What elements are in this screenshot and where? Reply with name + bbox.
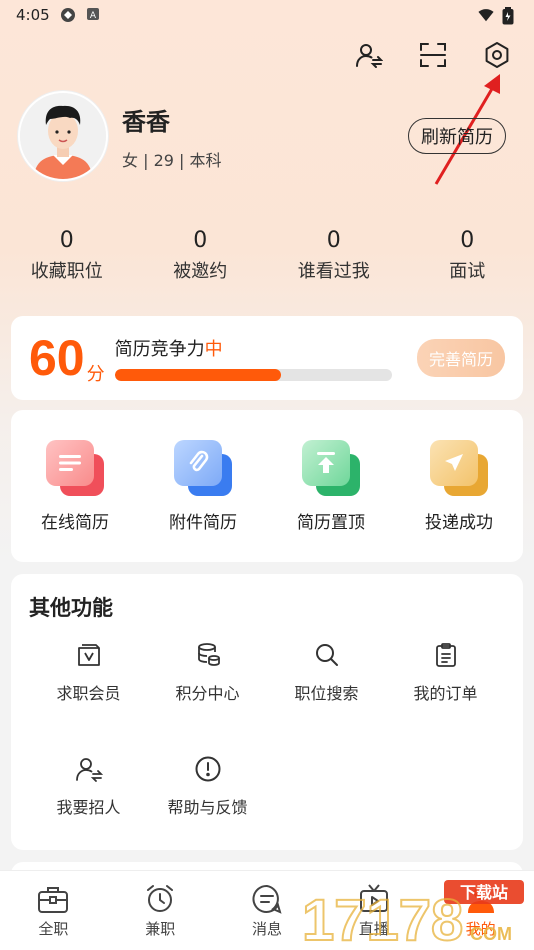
help-feedback-label: 帮助与反馈 bbox=[167, 798, 248, 817]
help-feedback-button[interactable]: 帮助与反馈 bbox=[148, 754, 267, 868]
score-title-text: 简历竞争力 bbox=[114, 339, 205, 360]
delivered-button[interactable]: 投递成功 bbox=[395, 439, 523, 533]
svg-text:COM: COM bbox=[470, 924, 512, 944]
stats-row: 0 收藏职位 0 被邀约 0 谁看过我 0 面试 bbox=[0, 228, 534, 283]
my-orders-button[interactable]: 我的订单 bbox=[386, 640, 505, 754]
svg-text:A: A bbox=[90, 11, 97, 21]
online-resume-button[interactable]: 在线简历 bbox=[11, 439, 139, 533]
score-level: 中 bbox=[204, 339, 223, 360]
svg-text:17178: 17178 bbox=[302, 888, 463, 946]
score-details: 简历竞争力中 bbox=[114, 335, 417, 381]
recruit-button[interactable]: 我要招人 bbox=[29, 754, 148, 868]
stat-label: 收藏职位 bbox=[30, 261, 103, 282]
recruit-label: 我要招人 bbox=[56, 798, 121, 817]
profile-info: 香香 女 | 29 | 本科 bbox=[122, 102, 222, 171]
recruit-icon bbox=[74, 754, 104, 784]
send-icon bbox=[430, 439, 488, 496]
search-icon bbox=[312, 640, 342, 670]
top-toolbar bbox=[354, 40, 512, 70]
status-bar: 4:05 A bbox=[0, 0, 534, 30]
watermark-logo: 下载站 17178 COM bbox=[302, 880, 524, 946]
exclamation-circle-icon bbox=[193, 754, 223, 784]
briefcase-icon bbox=[36, 882, 70, 916]
nav-label: 兼职 bbox=[145, 920, 176, 938]
improve-resume-button[interactable]: 完善简历 bbox=[416, 339, 505, 377]
upload-top-icon bbox=[302, 439, 360, 496]
wifi-icon bbox=[478, 7, 494, 23]
job-vip-button[interactable]: 求职会员 bbox=[29, 640, 148, 754]
points-center-label: 积分中心 bbox=[175, 684, 240, 703]
document-icon bbox=[46, 439, 104, 496]
score-value: 60 bbox=[29, 330, 85, 386]
score-title: 简历竞争力中 bbox=[115, 335, 417, 361]
my-orders-label: 我的订单 bbox=[413, 684, 478, 703]
quick-actions-card: 在线简历 附件简历 简历置顶 投递成功 bbox=[11, 410, 523, 562]
other-functions-card: 其他功能 求职会员 积分中心 职位搜索 我的订单 我要招人 帮助与反馈 bbox=[11, 574, 523, 850]
resume-score-card: 60 分 简历竞争力中 完善简历 bbox=[11, 316, 523, 400]
score-progress-bar bbox=[114, 369, 392, 381]
nav-label: 全职 bbox=[38, 920, 69, 938]
delivered-label: 投递成功 bbox=[425, 512, 493, 533]
other-functions-title: 其他功能 bbox=[29, 596, 113, 620]
score-progress-fill bbox=[114, 369, 281, 381]
other-functions-grid: 求职会员 积分中心 职位搜索 我的订单 我要招人 帮助与反馈 bbox=[29, 640, 505, 868]
avatar[interactable] bbox=[18, 91, 108, 181]
attachment-resume-label: 附件简历 bbox=[169, 512, 237, 533]
stat-value: 0 bbox=[59, 228, 74, 253]
nav-full-time[interactable]: 全职 bbox=[0, 871, 107, 950]
stat-invited[interactable]: 0 被邀约 bbox=[134, 228, 268, 283]
stat-interviews[interactable]: 0 面试 bbox=[401, 228, 534, 283]
nav-label: 消息 bbox=[251, 920, 282, 938]
paperclip-icon bbox=[174, 439, 232, 496]
stat-label: 被邀约 bbox=[173, 261, 228, 282]
stat-value: 0 bbox=[193, 228, 208, 253]
score-unit: 分 bbox=[86, 364, 105, 385]
stat-viewed-me[interactable]: 0 谁看过我 bbox=[267, 228, 401, 283]
switch-identity-icon[interactable] bbox=[354, 40, 384, 70]
points-center-button[interactable]: 积分中心 bbox=[148, 640, 267, 754]
online-resume-label: 在线简历 bbox=[41, 512, 109, 533]
svg-text:下载站: 下载站 bbox=[460, 883, 508, 902]
profile-meta: 女 | 29 | 本科 bbox=[122, 150, 222, 170]
keyboard-notification-icon: A bbox=[86, 7, 102, 23]
resume-top-label: 简历置顶 bbox=[297, 512, 365, 533]
job-search-label: 职位搜索 bbox=[294, 684, 359, 703]
chat-bubble-icon bbox=[250, 882, 284, 916]
stat-value: 0 bbox=[326, 228, 341, 253]
scan-icon[interactable] bbox=[418, 40, 448, 70]
profile-name: 香香 bbox=[122, 107, 170, 136]
stat-favorites[interactable]: 0 收藏职位 bbox=[0, 228, 134, 283]
stat-value: 0 bbox=[460, 228, 475, 253]
profile-header: 香香 女 | 29 | 本科 刷新简历 bbox=[18, 90, 516, 182]
job-vip-label: 求职会员 bbox=[56, 684, 121, 703]
vip-bag-icon bbox=[74, 640, 104, 670]
resume-top-button[interactable]: 简历置顶 bbox=[267, 439, 395, 533]
clipboard-icon bbox=[431, 640, 461, 670]
app-notification-icon bbox=[60, 7, 76, 23]
battery-icon bbox=[502, 7, 518, 25]
refresh-resume-button[interactable]: 刷新简历 bbox=[408, 118, 506, 154]
job-search-button[interactable]: 职位搜索 bbox=[267, 640, 386, 754]
alarm-clock-icon bbox=[143, 882, 177, 916]
status-time: 4:05 bbox=[16, 6, 50, 24]
stat-label: 谁看过我 bbox=[297, 261, 370, 282]
nav-part-time[interactable]: 兼职 bbox=[107, 871, 214, 950]
settings-gear-icon[interactable] bbox=[482, 40, 512, 70]
attachment-resume-button[interactable]: 附件简历 bbox=[139, 439, 267, 533]
stat-label: 面试 bbox=[449, 261, 486, 282]
coins-icon bbox=[193, 640, 223, 670]
